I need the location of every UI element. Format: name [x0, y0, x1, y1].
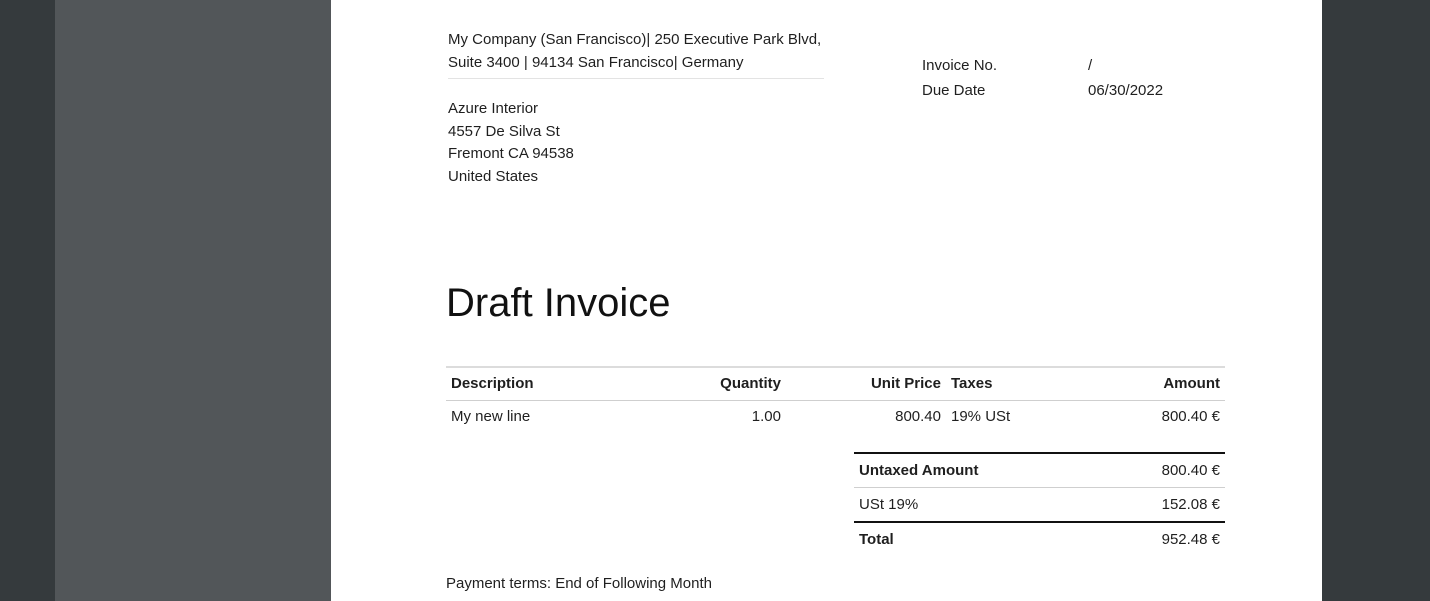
header-description: Description: [451, 375, 534, 393]
invoice-page: My Company (San Francisco)| 250 Executiv…: [331, 0, 1322, 601]
table-row: My new line 1.00 800.40 19% USt 800.40 €: [446, 400, 1225, 433]
tax-value: 152.08 €: [1161, 496, 1220, 513]
line-unit-price: 800.40: [895, 408, 941, 426]
customer-name: Azure Interior: [448, 100, 539, 117]
viewer-right-panel: [1322, 0, 1430, 601]
line-description: My new line: [451, 408, 531, 426]
viewer-left-panel: [0, 0, 55, 601]
invoice-lines-table: Description Quantity Unit Price Taxes Am…: [446, 366, 1225, 433]
customer-country: United States: [448, 167, 539, 185]
table-header-row: Description Quantity Unit Price Taxes Am…: [446, 367, 1225, 400]
company-address-divider: [448, 78, 824, 79]
untaxed-row: Untaxed Amount 800.40 €: [854, 453, 1225, 488]
company-address: My Company (San Francisco)| 250 Executiv…: [448, 28, 824, 74]
line-quantity: 1.00: [751, 408, 781, 426]
header-quantity: Quantity: [720, 375, 781, 393]
line-amount: 800.40 €: [1161, 408, 1220, 426]
line-taxes: 19% USt: [951, 408, 1011, 426]
due-date-label: Due Date: [922, 82, 986, 99]
company-address-line1: My Company (San Francisco)| 250 Executiv…: [448, 31, 822, 48]
total-label: Total: [859, 531, 894, 548]
header-taxes: Taxes: [951, 375, 993, 393]
header-amount: Amount: [1163, 375, 1220, 393]
invoice-number-value: /: [1088, 57, 1093, 74]
untaxed-label: Untaxed Amount: [859, 462, 979, 479]
untaxed-value: 800.40 €: [1161, 462, 1220, 479]
tax-row: USt 19% 152.08 €: [854, 487, 1225, 523]
company-address-line2: Suite 3400 | 94134 San Francisco| German…: [448, 54, 744, 71]
header-unit-price: Unit Price: [870, 375, 941, 393]
page-title: Draft Invoice: [446, 281, 671, 325]
due-date-row: Due Date 06/30/2022: [922, 78, 1163, 103]
total-value: 952.48 €: [1161, 531, 1220, 548]
payment-terms: Payment terms: End of Following Month: [446, 575, 712, 592]
customer-address: Azure Interior 4557 De Silva St Fremont …: [448, 98, 574, 188]
invoice-number-label: Invoice No.: [922, 57, 998, 74]
customer-street: 4557 De Silva St: [448, 122, 560, 140]
total-row: Total 952.48 €: [854, 522, 1225, 556]
tax-label: USt 19%: [859, 496, 919, 513]
invoice-meta: Invoice No. / Due Date 06/30/2022: [922, 53, 1163, 103]
due-date-value: 06/30/2022: [1088, 82, 1164, 99]
invoice-number-row: Invoice No. /: [922, 53, 1163, 78]
customer-city: Fremont CA 94538: [448, 145, 574, 162]
totals-table: Untaxed Amount 800.40 € USt 19% 152.08 €…: [854, 452, 1225, 556]
